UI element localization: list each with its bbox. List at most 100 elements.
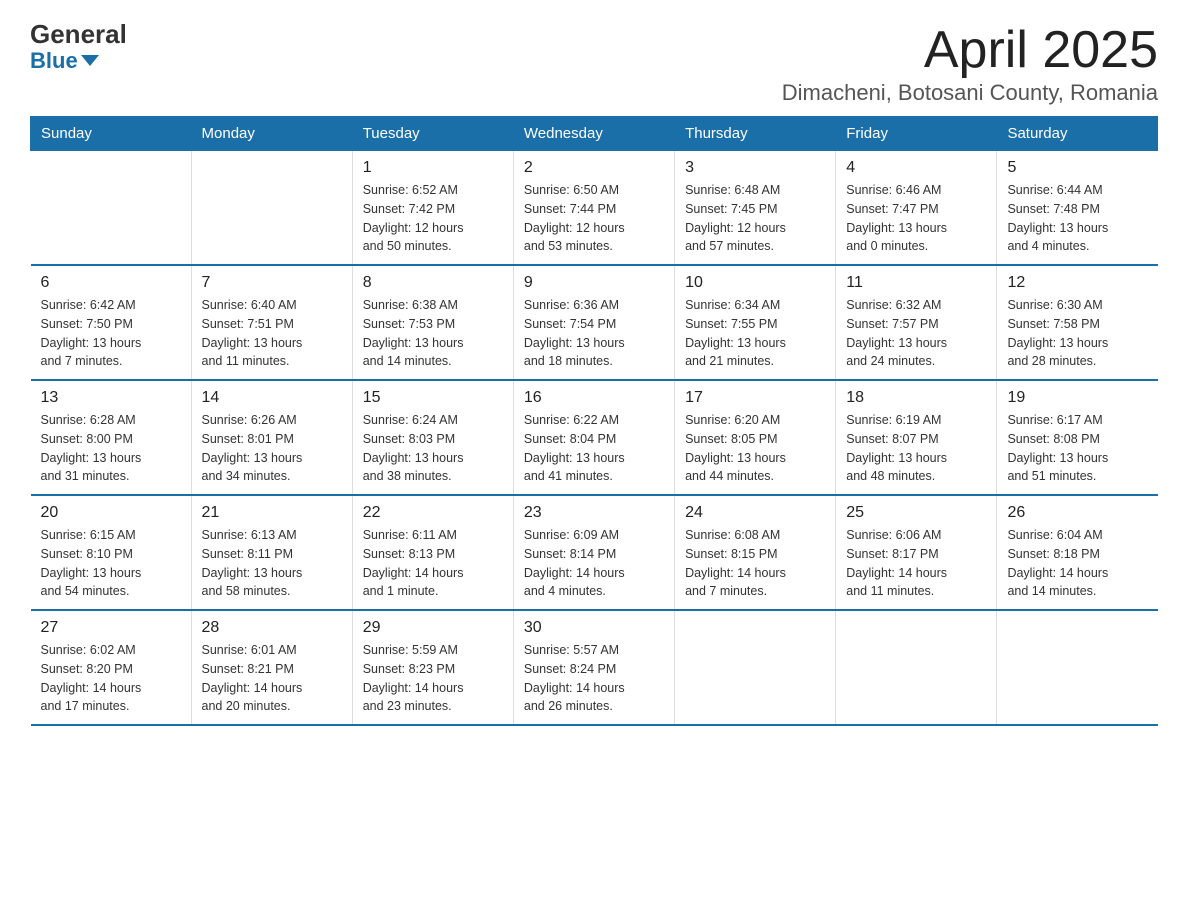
- day-info: Sunrise: 6:09 AM Sunset: 8:14 PM Dayligh…: [524, 526, 664, 601]
- calendar-week-2: 6 Sunrise: 6:42 AM Sunset: 7:50 PM Daylig…: [31, 265, 1158, 380]
- calendar-body: 1 Sunrise: 6:52 AM Sunset: 7:42 PM Daylig…: [31, 151, 1158, 726]
- day-info: Sunrise: 6:01 AM Sunset: 8:21 PM Dayligh…: [202, 641, 342, 716]
- day-info: Sunrise: 5:57 AM Sunset: 8:24 PM Dayligh…: [524, 641, 664, 716]
- calendar-cell: 23Sunrise: 6:09 AM Sunset: 8:14 PM Dayli…: [513, 495, 674, 610]
- calendar-cell: 9Sunrise: 6:36 AM Sunset: 7:54 PM Daylig…: [513, 265, 674, 380]
- day-info: Sunrise: 6:26 AM Sunset: 8:01 PM Dayligh…: [202, 411, 342, 486]
- logo-line2: Blue: [30, 49, 127, 73]
- day-info: Sunrise: 6:38 AM Sunset: 7:53 PM Dayligh…: [363, 296, 503, 371]
- calendar-cell: 5Sunrise: 6:44 AM Sunset: 7:48 PM Daylig…: [997, 151, 1158, 266]
- day-number: 6: [41, 274, 181, 292]
- day-info: Sunrise: 6:34 AM Sunset: 7:55 PM Dayligh…: [685, 296, 825, 371]
- day-info: Sunrise: 5:59 AM Sunset: 8:23 PM Dayligh…: [363, 641, 503, 716]
- day-info: Sunrise: 6:22 AM Sunset: 8:04 PM Dayligh…: [524, 411, 664, 486]
- day-number: 22: [363, 504, 503, 522]
- day-number: 12: [1007, 274, 1147, 292]
- calendar-week-5: 27 Sunrise: 6:02 AM Sunset: 8:20 PM Dayli…: [31, 610, 1158, 725]
- weekday-header-saturday: Saturday: [997, 117, 1158, 151]
- logo-line2-text: Blue: [30, 48, 78, 73]
- day-info: Sunrise: 6:46 AM Sunset: 7:47 PM Dayligh…: [846, 181, 986, 256]
- day-number: 26: [1007, 504, 1147, 522]
- calendar-cell: 21 Sunrise: 6:13 AM Sunset: 8:11 PM Dayli…: [191, 495, 352, 610]
- day-number: 14: [202, 389, 342, 407]
- calendar-cell: 29 Sunrise: 5:59 AM Sunset: 8:23 PM Dayli…: [352, 610, 513, 725]
- calendar-cell: 8 Sunrise: 6:38 AM Sunset: 7:53 PM Daylig…: [352, 265, 513, 380]
- calendar-week-1: 1 Sunrise: 6:52 AM Sunset: 7:42 PM Daylig…: [31, 151, 1158, 266]
- day-info: Sunrise: 6:50 AM Sunset: 7:44 PM Dayligh…: [524, 181, 664, 256]
- day-number: 28: [202, 619, 342, 637]
- calendar-cell: [31, 151, 192, 266]
- calendar-cell: [191, 151, 352, 266]
- calendar-cell: 10 Sunrise: 6:34 AM Sunset: 7:55 PM Dayli…: [675, 265, 836, 380]
- calendar-cell: 6 Sunrise: 6:42 AM Sunset: 7:50 PM Daylig…: [31, 265, 192, 380]
- weekday-header-wednesday: Wednesday: [513, 117, 674, 151]
- day-info: Sunrise: 6:19 AM Sunset: 8:07 PM Dayligh…: [846, 411, 986, 486]
- calendar-cell: 7 Sunrise: 6:40 AM Sunset: 7:51 PM Daylig…: [191, 265, 352, 380]
- day-number: 13: [41, 389, 181, 407]
- day-number: 8: [363, 274, 503, 292]
- weekday-header-friday: Friday: [836, 117, 997, 151]
- weekday-header-sunday: Sunday: [31, 117, 192, 151]
- logo: General Blue: [30, 20, 127, 73]
- day-info: Sunrise: 6:24 AM Sunset: 8:03 PM Dayligh…: [363, 411, 503, 486]
- calendar-cell: 1 Sunrise: 6:52 AM Sunset: 7:42 PM Daylig…: [352, 151, 513, 266]
- day-info: Sunrise: 6:08 AM Sunset: 8:15 PM Dayligh…: [685, 526, 825, 601]
- calendar-cell: [675, 610, 836, 725]
- calendar-cell: 12 Sunrise: 6:30 AM Sunset: 7:58 PM Dayli…: [997, 265, 1158, 380]
- weekday-header-row: SundayMondayTuesdayWednesdayThursdayFrid…: [31, 117, 1158, 151]
- weekday-header-thursday: Thursday: [675, 117, 836, 151]
- calendar-week-4: 20 Sunrise: 6:15 AM Sunset: 8:10 PM Dayli…: [31, 495, 1158, 610]
- day-info: Sunrise: 6:30 AM Sunset: 7:58 PM Dayligh…: [1007, 296, 1147, 371]
- logo-text-block: General Blue: [30, 20, 127, 73]
- day-number: 2: [524, 159, 664, 177]
- calendar-cell: 25 Sunrise: 6:06 AM Sunset: 8:17 PM Dayli…: [836, 495, 997, 610]
- calendar-cell: 19Sunrise: 6:17 AM Sunset: 8:08 PM Dayli…: [997, 380, 1158, 495]
- day-info: Sunrise: 6:04 AM Sunset: 8:18 PM Dayligh…: [1007, 526, 1147, 601]
- calendar-cell: [997, 610, 1158, 725]
- day-number: 25: [846, 504, 986, 522]
- weekday-header-tuesday: Tuesday: [352, 117, 513, 151]
- day-number: 20: [41, 504, 181, 522]
- logo-triangle-icon: [81, 55, 99, 66]
- day-info: Sunrise: 6:15 AM Sunset: 8:10 PM Dayligh…: [41, 526, 181, 601]
- calendar-cell: 15 Sunrise: 6:24 AM Sunset: 8:03 PM Dayli…: [352, 380, 513, 495]
- day-number: 21: [202, 504, 342, 522]
- day-number: 27: [41, 619, 181, 637]
- calendar-cell: 22 Sunrise: 6:11 AM Sunset: 8:13 PM Dayli…: [352, 495, 513, 610]
- calendar-cell: 30Sunrise: 5:57 AM Sunset: 8:24 PM Dayli…: [513, 610, 674, 725]
- day-info: Sunrise: 6:13 AM Sunset: 8:11 PM Dayligh…: [202, 526, 342, 601]
- day-info: Sunrise: 6:44 AM Sunset: 7:48 PM Dayligh…: [1007, 181, 1147, 256]
- calendar-cell: 20 Sunrise: 6:15 AM Sunset: 8:10 PM Dayli…: [31, 495, 192, 610]
- day-number: 18: [846, 389, 986, 407]
- calendar-week-3: 13 Sunrise: 6:28 AM Sunset: 8:00 PM Dayli…: [31, 380, 1158, 495]
- calendar-header: SundayMondayTuesdayWednesdayThursdayFrid…: [31, 117, 1158, 151]
- calendar-cell: 3Sunrise: 6:48 AM Sunset: 7:45 PM Daylig…: [675, 151, 836, 266]
- calendar-cell: 26 Sunrise: 6:04 AM Sunset: 8:18 PM Dayli…: [997, 495, 1158, 610]
- day-number: 15: [363, 389, 503, 407]
- day-number: 29: [363, 619, 503, 637]
- calendar-cell: 17Sunrise: 6:20 AM Sunset: 8:05 PM Dayli…: [675, 380, 836, 495]
- day-number: 7: [202, 274, 342, 292]
- day-info: Sunrise: 6:06 AM Sunset: 8:17 PM Dayligh…: [846, 526, 986, 601]
- day-info: Sunrise: 6:28 AM Sunset: 8:00 PM Dayligh…: [41, 411, 181, 486]
- day-info: Sunrise: 6:40 AM Sunset: 7:51 PM Dayligh…: [202, 296, 342, 371]
- calendar-cell: 18 Sunrise: 6:19 AM Sunset: 8:07 PM Dayli…: [836, 380, 997, 495]
- calendar-cell: 14 Sunrise: 6:26 AM Sunset: 8:01 PM Dayli…: [191, 380, 352, 495]
- day-number: 10: [685, 274, 825, 292]
- calendar-cell: 27 Sunrise: 6:02 AM Sunset: 8:20 PM Dayli…: [31, 610, 192, 725]
- day-number: 4: [846, 159, 986, 177]
- day-number: 9: [524, 274, 664, 292]
- day-info: Sunrise: 6:17 AM Sunset: 8:08 PM Dayligh…: [1007, 411, 1147, 486]
- day-info: Sunrise: 6:32 AM Sunset: 7:57 PM Dayligh…: [846, 296, 986, 371]
- weekday-header-monday: Monday: [191, 117, 352, 151]
- calendar-subtitle: Dimacheni, Botosani County, Romania: [782, 80, 1158, 106]
- day-info: Sunrise: 6:02 AM Sunset: 8:20 PM Dayligh…: [41, 641, 181, 716]
- day-number: 17: [685, 389, 825, 407]
- calendar-cell: 16Sunrise: 6:22 AM Sunset: 8:04 PM Dayli…: [513, 380, 674, 495]
- day-number: 1: [363, 159, 503, 177]
- day-info: Sunrise: 6:42 AM Sunset: 7:50 PM Dayligh…: [41, 296, 181, 371]
- calendar-table: SundayMondayTuesdayWednesdayThursdayFrid…: [30, 116, 1158, 726]
- day-info: Sunrise: 6:48 AM Sunset: 7:45 PM Dayligh…: [685, 181, 825, 256]
- day-info: Sunrise: 6:52 AM Sunset: 7:42 PM Dayligh…: [363, 181, 503, 256]
- day-info: Sunrise: 6:11 AM Sunset: 8:13 PM Dayligh…: [363, 526, 503, 601]
